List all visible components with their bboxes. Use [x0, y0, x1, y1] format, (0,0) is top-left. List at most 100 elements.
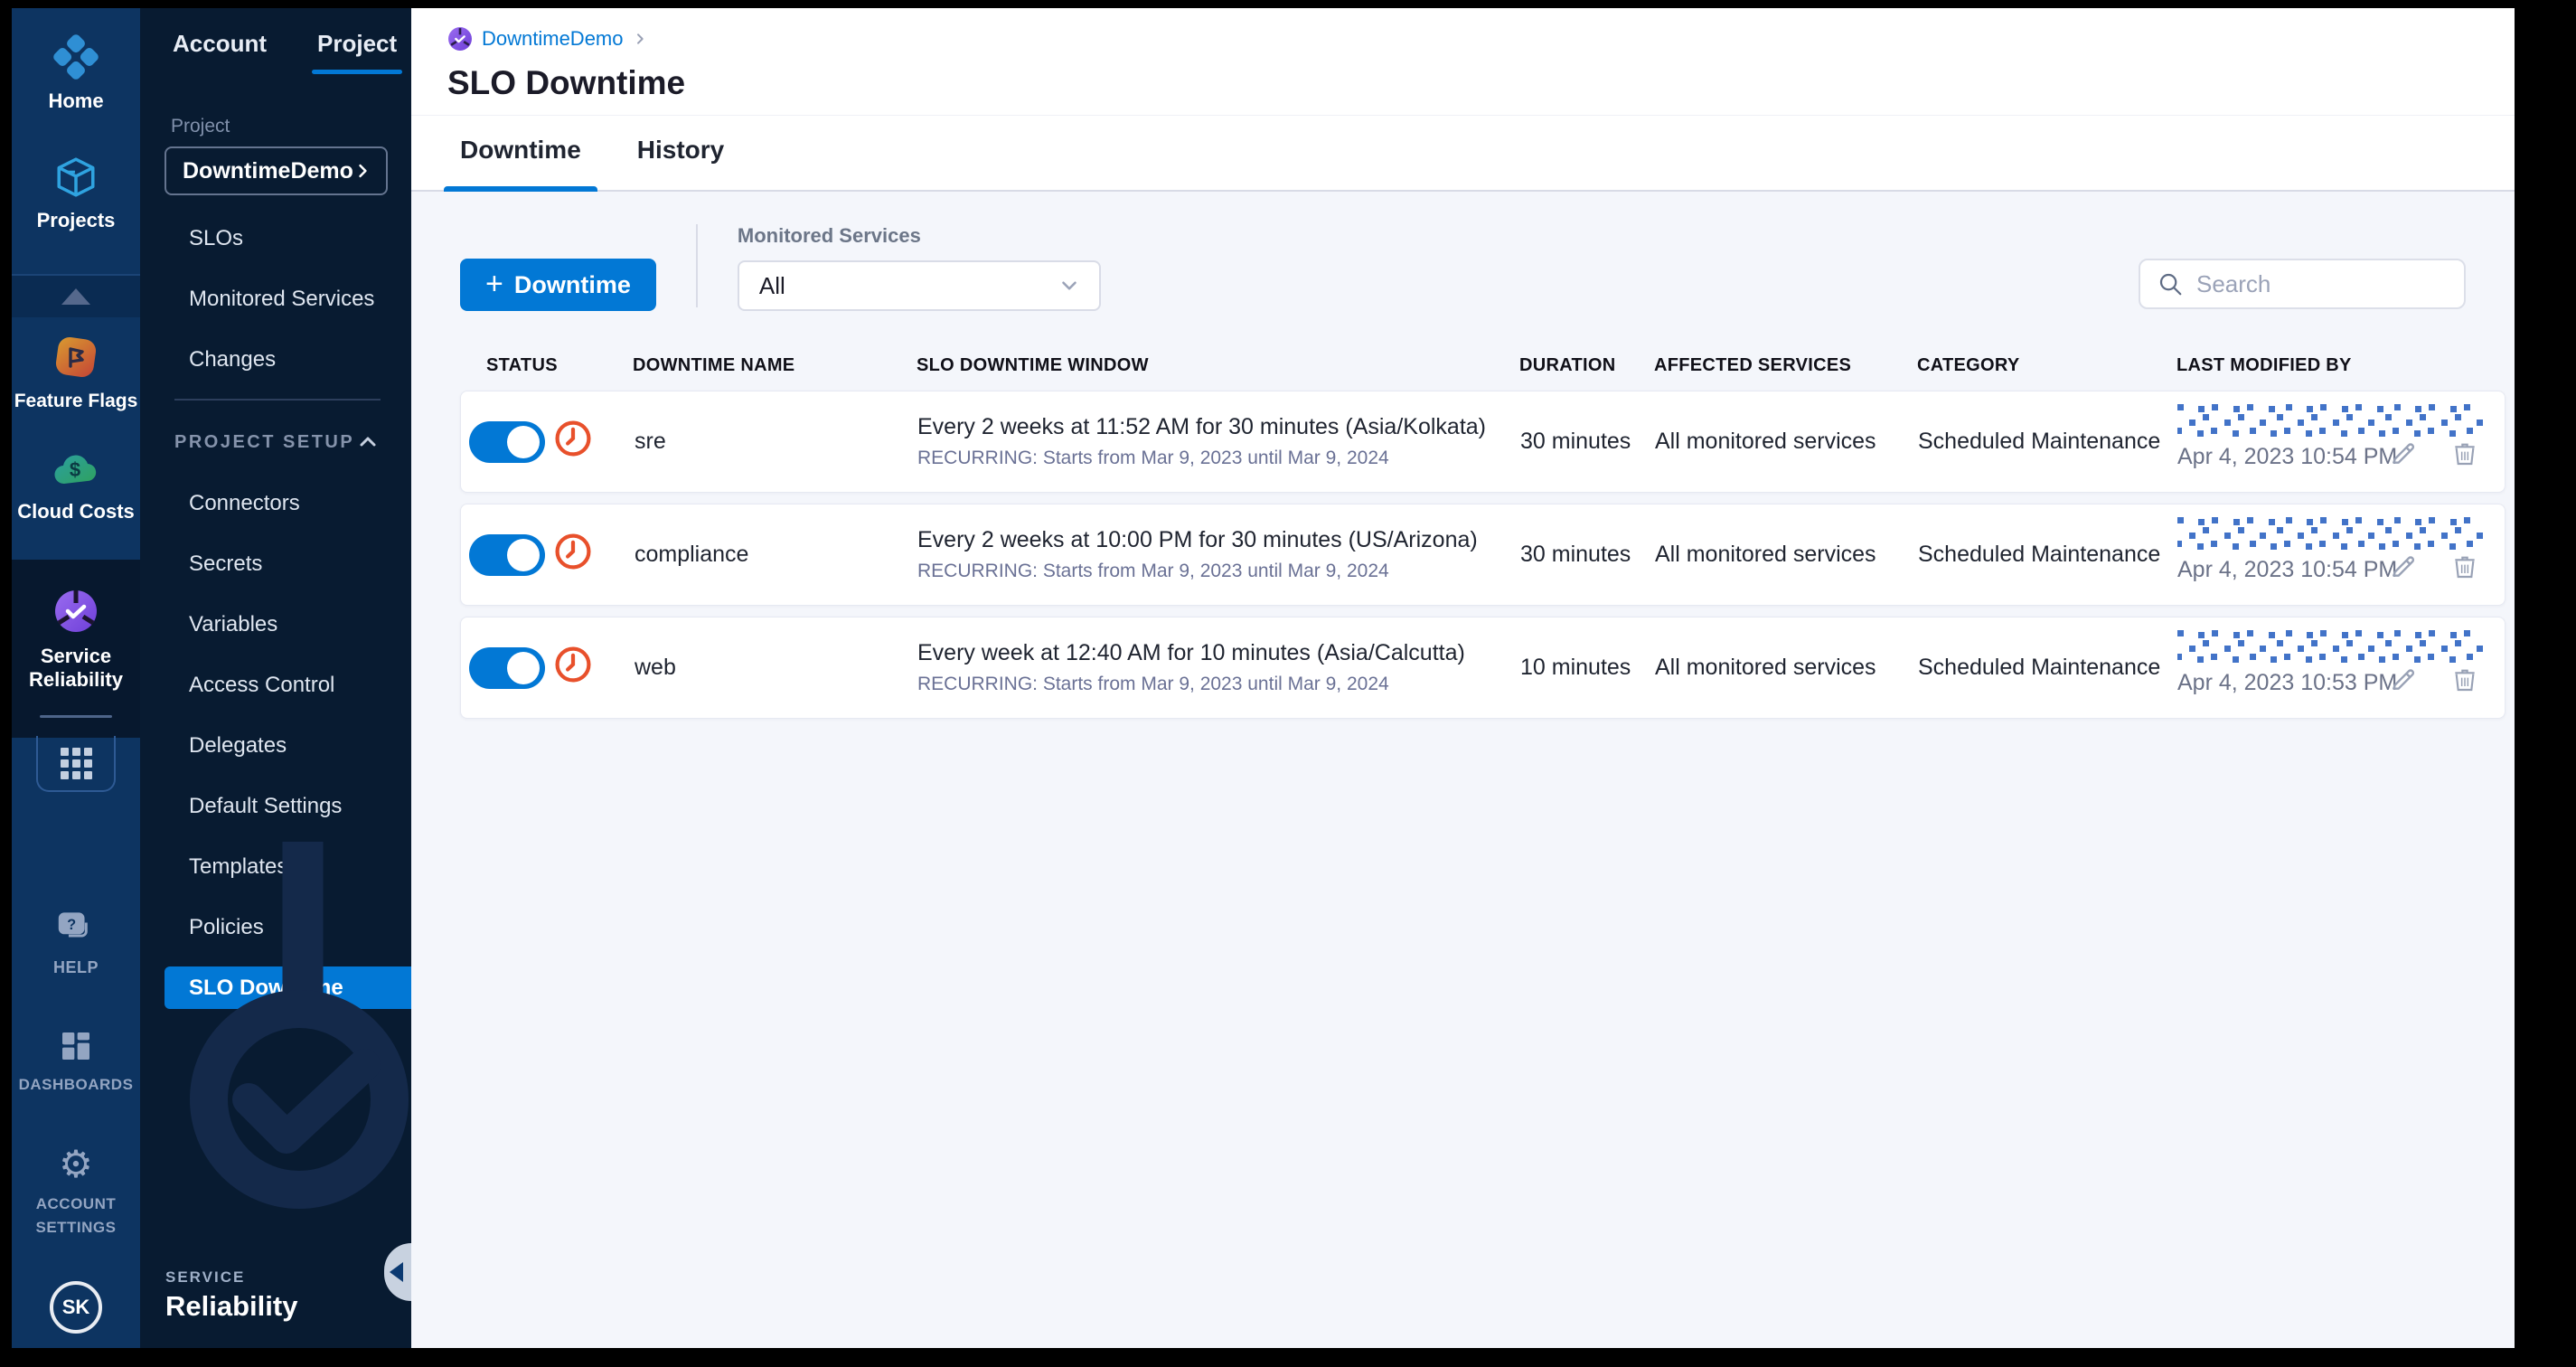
- project-setup-header[interactable]: PROJECT SETUP: [140, 424, 411, 460]
- downtime-name: compliance: [635, 542, 749, 567]
- sidebar-item-policies[interactable]: Policies: [140, 906, 411, 948]
- delete-icon[interactable]: [2450, 438, 2479, 467]
- affected-services: All monitored services: [1655, 655, 1876, 680]
- sidebar-item-monitored-services[interactable]: Monitored Services: [140, 278, 411, 320]
- project-selector[interactable]: DowntimeDemo: [165, 146, 388, 195]
- rail-item-service-reliability[interactable]: Service Reliability: [12, 587, 140, 692]
- rail-item-help[interactable]: ? HELP: [12, 910, 140, 979]
- monitored-services-select[interactable]: All: [737, 260, 1101, 311]
- rail-label: DASHBOARDS: [18, 1076, 134, 1093]
- rail-divider: [40, 715, 112, 718]
- modified-by-scribble: [2177, 402, 2496, 444]
- toggle-knob: [507, 425, 540, 458]
- help-chat-icon: ?: [57, 910, 95, 947]
- downtime-category: Scheduled Maintenance: [1918, 542, 2161, 567]
- monitored-services-filter: Monitored Services All: [737, 224, 1101, 311]
- module-selector-tab[interactable]: [36, 736, 116, 792]
- search-input[interactable]: [2196, 269, 2440, 298]
- column-downtime-name: DOWNTIME NAME: [633, 354, 795, 375]
- toggle-knob: [507, 651, 540, 684]
- tab-history[interactable]: History: [635, 136, 726, 190]
- project-setup-label: PROJECT SETUP: [174, 431, 355, 452]
- rail-item-feature-flags[interactable]: Feature Flags: [12, 334, 140, 413]
- rail-item-projects[interactable]: Projects: [12, 155, 140, 232]
- modified-by-scribble: [2177, 628, 2496, 670]
- toggle-knob: [507, 538, 540, 571]
- table-row: web Every week at 12:40 AM for 10 minute…: [460, 617, 2505, 719]
- edit-icon[interactable]: [2389, 438, 2418, 467]
- affected-services: All monitored services: [1655, 429, 1876, 454]
- sidebar-nav-setup: Connectors Secrets Variables Access Control…: [140, 482, 411, 1009]
- sidebar-collapse-button[interactable]: [384, 1243, 411, 1301]
- downtime-recurrence: RECURRING: Starts from Mar 9, 2023 until…: [917, 448, 1389, 468]
- sidebar-item-variables[interactable]: Variables: [140, 603, 411, 646]
- delete-icon[interactable]: [2450, 665, 2479, 693]
- sidebar-nav-top: SLOs Monitored Services Changes: [140, 217, 411, 381]
- plus-icon: +: [485, 266, 503, 301]
- delete-icon[interactable]: [2450, 552, 2479, 580]
- sidebar-item-default-settings[interactable]: Default Settings: [140, 785, 411, 827]
- sidebar-item-slo-downtime[interactable]: SLO Downtime: [165, 966, 411, 1009]
- chevron-up-icon: [360, 437, 376, 447]
- chevron-right-icon: [359, 164, 367, 178]
- project-selector-label: Project: [171, 116, 230, 137]
- main-content: DowntimeDemo SLO Downtime Downtime Histo…: [411, 8, 2515, 1348]
- service-reliability-icon: [52, 587, 100, 636]
- edit-icon[interactable]: [2389, 552, 2418, 580]
- affected-services: All monitored services: [1655, 542, 1876, 567]
- sidebar-item-slos[interactable]: SLOs: [140, 217, 411, 259]
- rail-item-cloud-costs[interactable]: $ Cloud Costs: [12, 449, 140, 523]
- page-title: SLO Downtime: [447, 64, 686, 101]
- downtime-window: Every 2 weeks at 10:00 PM for 30 minutes…: [917, 527, 1478, 552]
- downtime-window: Every week at 12:40 AM for 10 minutes (A…: [917, 640, 1465, 665]
- new-downtime-button[interactable]: + Downtime: [460, 259, 656, 311]
- tab-project[interactable]: Project: [311, 30, 403, 74]
- status-toggle[interactable]: [469, 420, 545, 463]
- column-affected: AFFECTED SERVICES: [1654, 354, 1852, 375]
- search-icon: [2159, 273, 2182, 296]
- tab-account[interactable]: Account: [173, 30, 267, 74]
- sidebar-item-connectors[interactable]: Connectors: [140, 482, 411, 524]
- collapse-up-icon: [61, 288, 90, 305]
- sidebar-item-changes[interactable]: Changes: [140, 338, 411, 381]
- sidebar-item-secrets[interactable]: Secrets: [140, 542, 411, 585]
- sidebar-item-templates[interactable]: Templates: [140, 845, 411, 888]
- app-window: Home Projects Feature Flags $ Cloud Cost…: [12, 8, 2515, 1348]
- recurring-clock-icon: [555, 646, 591, 683]
- dashboards-icon: [58, 1028, 94, 1064]
- modified-date: Apr 4, 2023 10:53 PM: [2177, 670, 2398, 695]
- rail-label: Home: [48, 90, 104, 112]
- rail-label: Feature Flags: [14, 391, 138, 411]
- sidebar-item-delegates[interactable]: Delegates: [140, 724, 411, 767]
- tab-downtime[interactable]: Downtime: [444, 136, 597, 192]
- status-toggle[interactable]: [469, 533, 545, 576]
- rail-label: Cloud Costs: [17, 500, 135, 523]
- rail-item-home[interactable]: Home: [12, 33, 140, 113]
- scope-tabs: Account Project: [140, 8, 411, 74]
- recurring-clock-icon: [555, 420, 591, 457]
- column-last-modified: LAST MODIFIED BY: [2176, 354, 2352, 375]
- gear-icon: ⚙: [59, 1143, 93, 1185]
- downtime-duration: 30 minutes: [1520, 429, 1631, 454]
- cloud-costs-icon: $: [52, 449, 100, 491]
- rail-collapse-strip[interactable]: [12, 274, 140, 317]
- select-value: All: [758, 271, 785, 299]
- svg-text:$: $: [70, 458, 80, 481]
- chevron-down-icon: [1062, 281, 1076, 290]
- rail-item-account-settings[interactable]: ⚙ ACCOUNT SETTINGS: [12, 1145, 140, 1240]
- downtime-duration: 30 minutes: [1520, 542, 1631, 567]
- sidebar-divider: [174, 399, 381, 401]
- table-row: compliance Every 2 weeks at 10:00 PM for…: [460, 504, 2505, 606]
- table-row: sre Every 2 weeks at 11:52 AM for 30 min…: [460, 391, 2505, 493]
- toolbar: + Downtime Monitored Services All: [460, 224, 2505, 311]
- breadcrumb-project-link[interactable]: DowntimeDemo: [482, 27, 624, 51]
- downtime-content: + Downtime Monitored Services All Search…: [411, 192, 2515, 1348]
- status-toggle[interactable]: [469, 646, 545, 689]
- downtime-name: web: [635, 655, 676, 680]
- edit-icon[interactable]: [2389, 665, 2418, 693]
- toolbar-divider: [695, 224, 698, 307]
- rail-item-dashboards[interactable]: DASHBOARDS: [12, 1028, 140, 1097]
- sidebar-item-access-control[interactable]: Access Control: [140, 664, 411, 706]
- projects-cube-icon: [53, 155, 99, 200]
- user-avatar[interactable]: SK: [50, 1281, 102, 1334]
